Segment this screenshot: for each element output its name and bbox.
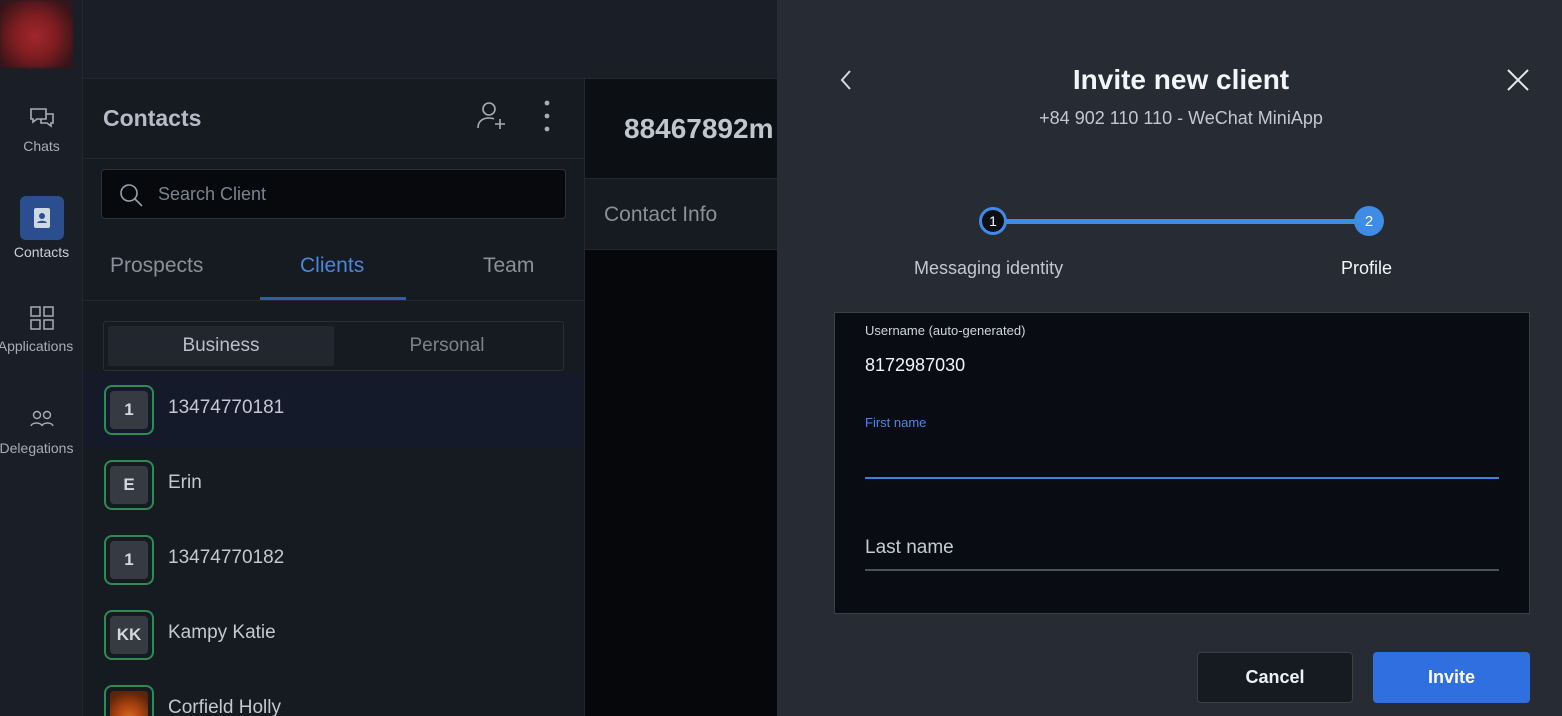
chat-body [585, 250, 777, 716]
contact-name: 13474770182 [168, 547, 285, 568]
cancel-button[interactable]: Cancel [1197, 652, 1353, 703]
contact-name: 13474770181 [168, 397, 285, 418]
dialog-subtitle: +84 902 110 110 - WeChat MiniApp [1039, 108, 1323, 128]
username-value: 8172987030 [865, 355, 966, 375]
list-item[interactable]: Corfield Holly [83, 673, 584, 716]
search-input[interactable] [158, 170, 558, 218]
invite-client-dialog: Invite new client +84 902 110 110 - WeCh… [777, 0, 1562, 716]
people-arrows-icon [29, 410, 54, 427]
last-name-field[interactable] [865, 527, 1499, 571]
first-name-field[interactable] [865, 437, 1499, 479]
search-box [101, 169, 566, 219]
tab-team[interactable]: Team [483, 254, 534, 278]
avatar: 1 [104, 385, 154, 435]
rail-item-label: Delegations [0, 440, 74, 456]
chat-header: 88467892m [585, 79, 777, 179]
avatar-initials: 1 [110, 391, 148, 429]
active-tab-indicator [260, 297, 406, 300]
rail-item-label: Chats [23, 138, 60, 154]
contacts-panel: Contacts Prospects Clients Team [83, 79, 585, 716]
more-vertical-icon[interactable] [537, 99, 557, 133]
chat-title: 88467892m [624, 113, 774, 144]
avatar-initials: 1 [110, 541, 148, 579]
contacts-tabs: Prospects Clients Team [83, 239, 584, 301]
search-icon [120, 184, 143, 207]
step-2-indicator: 2 [1354, 206, 1384, 236]
invite-button[interactable]: Invite [1373, 652, 1530, 703]
step-2-label: Profile [1341, 258, 1393, 278]
avatar: 1 [104, 535, 154, 585]
tab-prospects[interactable]: Prospects [110, 254, 203, 278]
top-bar [83, 0, 777, 79]
segment-business[interactable]: Business [108, 326, 334, 366]
avatar-initials: E [110, 466, 148, 504]
avatar-initials: KK [110, 616, 148, 654]
profile-form: Username (auto-generated) 8172987030 Fir… [834, 312, 1530, 614]
chat-bubbles-icon [29, 108, 54, 128]
contact-list: 1 13474770181 E Erin 1 13474770182 KK Ka… [83, 373, 584, 716]
avatar [104, 685, 154, 716]
contact-name: Corfield Holly [168, 697, 281, 716]
page-title: Contacts [103, 105, 202, 131]
list-item[interactable]: 1 13474770181 [83, 373, 584, 448]
rail-item-contacts[interactable]: Contacts [0, 196, 83, 260]
rail-item-delegations[interactable]: Delegations [0, 406, 83, 456]
contact-name: Kampy Katie [168, 622, 276, 643]
chat-tabs: Contact Info [585, 179, 777, 250]
add-user-icon[interactable] [475, 99, 509, 133]
avatar: E [104, 460, 154, 510]
avatar: KK [104, 610, 154, 660]
rail-item-label: Applications [0, 338, 74, 354]
rail-item-chats[interactable]: Chats [0, 104, 83, 154]
first-name-label: First name [865, 415, 927, 430]
dialog-title: Invite new client [1072, 64, 1290, 95]
step-1-indicator: 1 [979, 207, 1007, 235]
user-avatar[interactable] [0, 0, 73, 68]
segment-personal[interactable]: Personal [334, 326, 560, 366]
client-type-toggle: Business Personal [103, 321, 564, 371]
tab-contact-info[interactable]: Contact Info [604, 203, 717, 227]
contacts-header: Contacts [83, 79, 584, 159]
stepper-progress-line [993, 219, 1368, 224]
grid-icon [29, 306, 54, 330]
tab-clients[interactable]: Clients [300, 254, 364, 278]
app-root: Chats Contacts Applications Delegations … [0, 0, 1562, 716]
list-item[interactable]: KK Kampy Katie [83, 598, 584, 673]
contact-name: Erin [168, 472, 202, 493]
list-item[interactable]: E Erin [83, 448, 584, 523]
username-label: Username (auto-generated) [865, 323, 1026, 338]
list-item[interactable]: 1 13474770182 [83, 523, 584, 598]
step-1-label: Messaging identity [914, 258, 1064, 278]
rail-item-label: Contacts [13, 244, 70, 260]
nav-rail: Chats Contacts Applications Delegations [0, 0, 83, 716]
contact-book-icon [19, 196, 64, 240]
rail-item-applications[interactable]: Applications [0, 304, 83, 354]
avatar-photo [110, 691, 148, 716]
